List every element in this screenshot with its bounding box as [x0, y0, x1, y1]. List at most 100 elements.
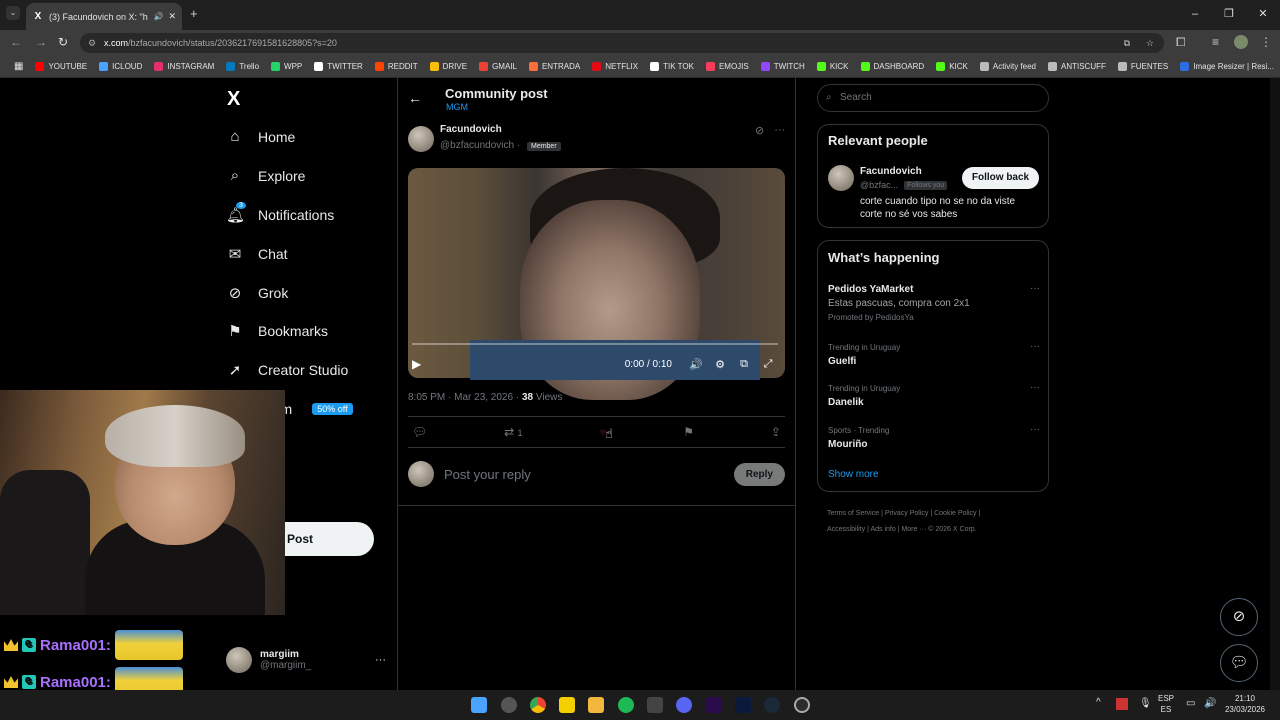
reply-button[interactable]: Reply [733, 462, 785, 486]
language-indicator[interactable]: ESP ES [1158, 693, 1174, 715]
close-tab-icon[interactable]: ✕ [168, 11, 176, 22]
grok-fab-icon[interactable]: ⊘ [1220, 598, 1258, 636]
bookmark-item[interactable]: REDDIT [369, 62, 424, 71]
trend-item[interactable]: Sports · Trending Mouriño ··· [828, 424, 1040, 452]
video-progress-bar[interactable] [412, 343, 778, 345]
volume-tray-icon[interactable]: 🔊 [1204, 698, 1216, 709]
trend-item[interactable]: Trending in Uruguay Guelfi ··· [828, 341, 1040, 369]
footer-line[interactable]: Accessibility | Ads info | More ··· © 20… [827, 522, 1049, 538]
nav-item-creator-studio[interactable]: ➚ Creator Studio [226, 361, 349, 379]
bookmark-item[interactable]: TWITCH [755, 62, 811, 71]
share-icon[interactable]: ⇪ [771, 425, 781, 439]
folder-icon[interactable] [588, 697, 604, 713]
speaker-icon[interactable]: 🔊 [153, 12, 163, 21]
trend-more-icon[interactable]: ··· [1030, 283, 1040, 294]
taskbar-c-icon[interactable] [794, 697, 810, 713]
nav-item-grok[interactable]: ⊘ Grok [226, 284, 289, 302]
mic-icon[interactable]: 🎙︎ [1139, 698, 1152, 709]
post-timestamp[interactable]: 8:05 PM · Mar 23, 2026 · [408, 392, 522, 403]
install-icon[interactable]: ⧉ [1124, 33, 1130, 53]
nav-item-bookmarks[interactable]: ⚑ Bookmarks [226, 322, 328, 340]
trend-item[interactable]: Trending in Uruguay Danelik ··· [828, 382, 1040, 410]
search-input[interactable]: ⌕ Search [817, 84, 1049, 112]
nav-item-home[interactable]: ⌂ Home [226, 128, 295, 145]
reload-icon[interactable]: ↻ [58, 35, 68, 49]
bookmark-item[interactable]: ENTRADA [523, 62, 586, 71]
bookmark-item[interactable]: FUENTES [1112, 62, 1174, 71]
nav-item-explore[interactable]: ⌕ Explore [226, 167, 306, 184]
bookmark-item[interactable]: TIK TOK [644, 62, 700, 71]
show-more-link[interactable]: Show more [828, 469, 879, 480]
notes-icon[interactable] [559, 697, 575, 713]
star-icon[interactable]: ☆ [1146, 33, 1154, 53]
bookmark-item[interactable]: Image Resizer | Resi... [1174, 62, 1280, 71]
forward-icon[interactable]: → [35, 35, 47, 49]
back-arrow-icon[interactable]: ← [408, 90, 422, 106]
trend-more-icon[interactable]: ··· [1030, 382, 1040, 393]
restore-icon[interactable]: ❐ [1212, 0, 1246, 28]
retweet-button[interactable]: ⇄ 1 [504, 425, 522, 439]
spotify-icon[interactable] [618, 697, 634, 713]
bookmark-item[interactable]: YOUTUBE [29, 62, 93, 71]
tray-app-icon[interactable] [1116, 698, 1128, 710]
fullscreen-icon[interactable]: ⤢ [756, 358, 780, 371]
bookmark-icon[interactable]: ⚑ [683, 425, 694, 439]
nav-item-notifications[interactable]: 🔔︎ 3 Notifications [226, 202, 334, 224]
trend-more-icon[interactable]: ··· [1030, 424, 1040, 435]
address-bar[interactable]: ⚙ x.com/bzfacundovich/status/20362176915… [80, 33, 1164, 53]
menu-icon[interactable]: ⋮ [1260, 35, 1272, 49]
author-avatar[interactable] [408, 125, 434, 152]
volume-icon[interactable]: 🔊 [684, 358, 708, 371]
obs-icon[interactable] [647, 697, 663, 713]
relevant-name[interactable]: Facundovich [860, 166, 922, 177]
author-name[interactable]: Facundovich [440, 124, 561, 135]
extensions-icon[interactable]: ⧠ [1176, 35, 1186, 50]
taskbar-app-icon[interactable] [501, 697, 517, 713]
tray-chevron-icon[interactable]: ^ [1096, 697, 1101, 708]
bookmark-item[interactable]: WPP [265, 62, 308, 71]
relevant-avatar[interactable] [828, 165, 854, 191]
photoshop-icon[interactable] [735, 697, 751, 713]
nav-item-chat[interactable]: ✉ Chat [226, 245, 288, 263]
bookmark-item[interactable]: EMOJIS [700, 62, 755, 71]
footer-line[interactable]: Terms of Service | Privacy Policy | Cook… [827, 506, 1049, 522]
relevant-handle[interactable]: @bzfac... [860, 180, 898, 190]
tab-search-icon[interactable]: ⌄ [6, 6, 20, 20]
bookmark-item[interactable]: ICLOUD [93, 62, 148, 71]
bookmark-item[interactable]: NETFLIX [586, 62, 644, 71]
bookmark-item[interactable]: KICK [811, 62, 855, 71]
more-dots-icon[interactable]: ··· [375, 654, 386, 666]
bookmark-item[interactable]: TWITTER [308, 62, 369, 71]
network-icon[interactable]: ▭ [1186, 698, 1195, 709]
author-handle[interactable]: @bzfacundovich [440, 140, 514, 151]
discord-icon[interactable] [676, 697, 692, 713]
tab-strip-icon[interactable]: ≡ [1212, 35, 1219, 49]
trend-item[interactable]: Pedidos YaMarket Estas pascuas, compra co… [828, 283, 1040, 325]
bookmark-item[interactable]: ANTISCUFF [1042, 62, 1112, 71]
bookmark-item[interactable]: DRIVE [424, 62, 473, 71]
minimize-icon[interactable]: – [1178, 0, 1212, 28]
close-window-icon[interactable]: ✕ [1246, 0, 1280, 28]
chrome-icon[interactable] [530, 697, 546, 713]
steam-icon[interactable] [764, 697, 780, 713]
trend-more-icon[interactable]: ··· [1030, 341, 1040, 352]
reply-input[interactable]: Post your reply [444, 467, 724, 482]
community-link[interactable]: MGM [446, 102, 468, 112]
settings-icon[interactable]: ⚙ [708, 358, 732, 371]
site-info-icon[interactable]: ⚙ [88, 33, 96, 53]
back-icon[interactable]: ← [10, 35, 22, 49]
bookmark-item[interactable]: GMAIL [473, 62, 523, 71]
start-icon[interactable] [471, 697, 487, 713]
bookmark-item[interactable]: INSTAGRAM [148, 62, 220, 71]
browser-tab[interactable]: X (3) Facundovich on X: "http: 🔊 ✕ [26, 3, 182, 30]
bookmark-item[interactable]: Activity feed [974, 62, 1042, 71]
account-switcher[interactable]: margiim @margiim_ ··· [226, 644, 386, 676]
bookmark-item[interactable]: Trello [220, 62, 265, 71]
grok-icon[interactable]: ⊘ [755, 124, 764, 137]
pip-icon[interactable]: ⧉ [732, 358, 756, 371]
bookmark-item[interactable]: KICK [930, 62, 974, 71]
chat-fab-icon[interactable]: 💬︎ [1220, 644, 1258, 682]
post-more-icon[interactable]: ··· [774, 124, 785, 137]
x-logo[interactable]: X [227, 88, 240, 111]
premiere-icon[interactable] [706, 697, 722, 713]
